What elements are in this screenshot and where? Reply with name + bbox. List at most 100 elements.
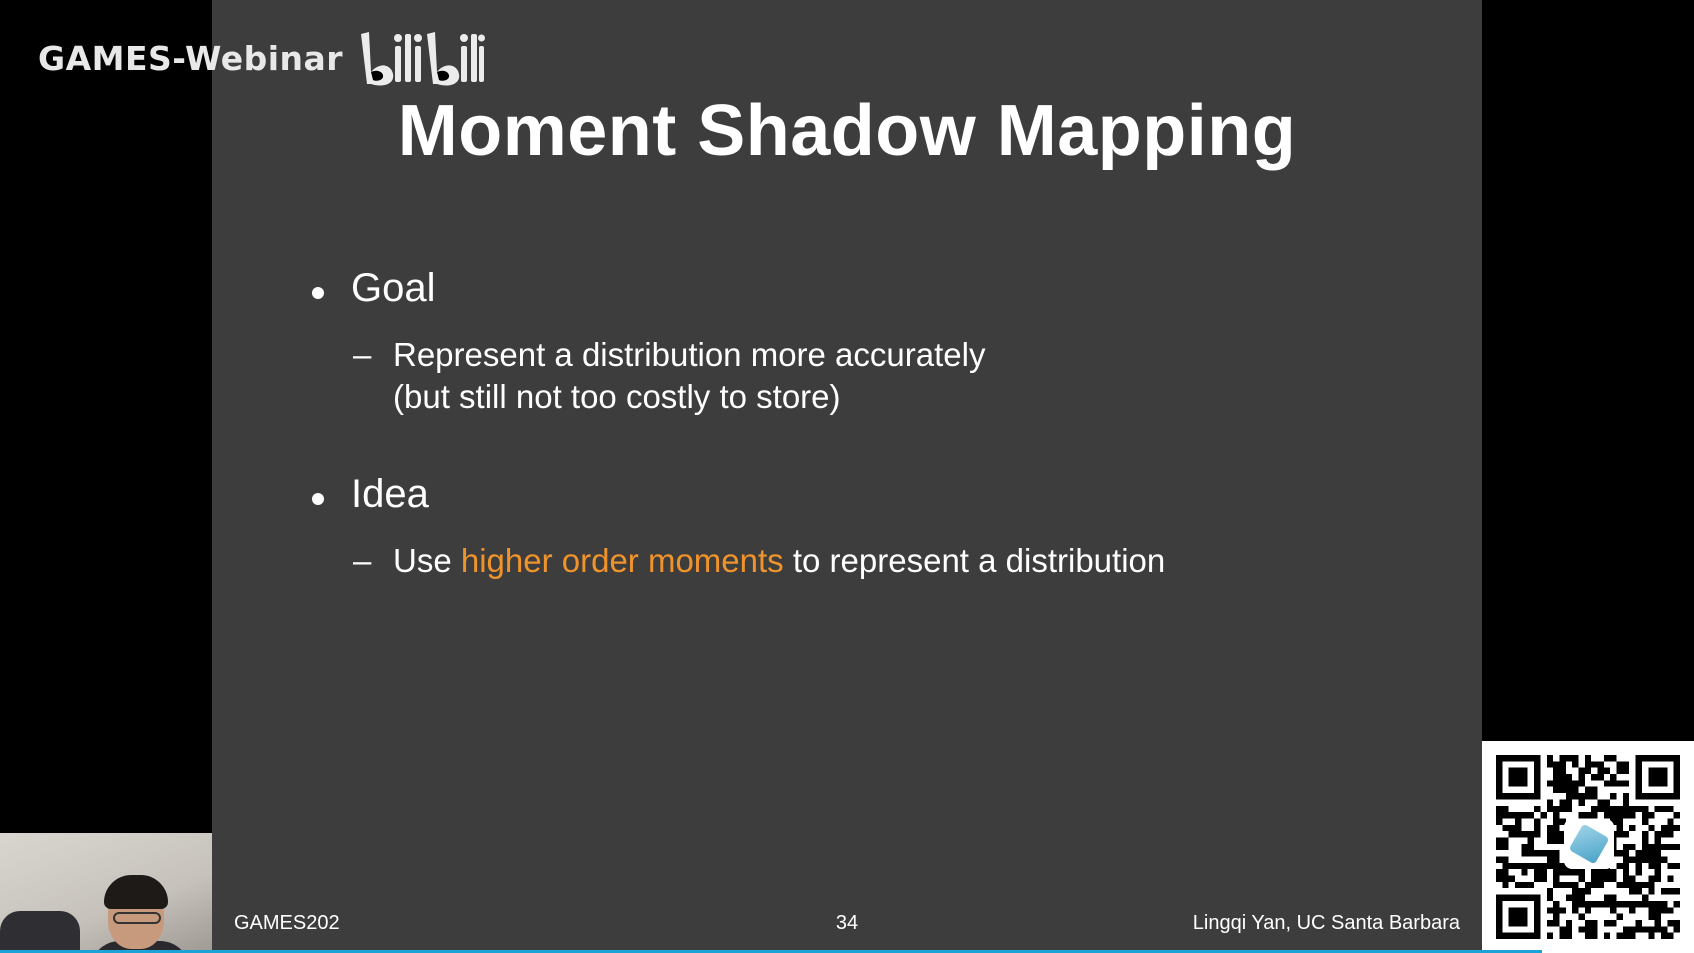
- qr-module: [1648, 881, 1655, 889]
- qr-module: [1660, 824, 1668, 832]
- qr-module: [1635, 926, 1642, 933]
- qr-module: [1635, 862, 1642, 870]
- qr-module: [1521, 831, 1528, 838]
- qr-module: [1616, 831, 1623, 838]
- qr-module: [1667, 831, 1674, 838]
- qr-module: [1578, 913, 1585, 920]
- qr-module: [1616, 818, 1623, 825]
- qr-module: [1622, 843, 1630, 851]
- qr-module: [1553, 786, 1560, 794]
- qr-module: [1515, 862, 1522, 870]
- qr-module: [1584, 926, 1592, 933]
- sub-bullet-idea: – Use higher order moments to represent …: [353, 540, 1165, 582]
- qr-module: [1565, 919, 1573, 927]
- qr-module: [1616, 767, 1623, 775]
- qr-module: [1508, 831, 1516, 838]
- qr-module: [1648, 843, 1655, 851]
- qr-module: [1584, 761, 1592, 768]
- qr-module: [1660, 843, 1668, 851]
- qr-module: [1622, 875, 1630, 882]
- qr-module: [1622, 812, 1630, 819]
- qr-module: [1610, 755, 1617, 762]
- qr-module: [1534, 862, 1541, 870]
- qr-module: [1546, 824, 1554, 832]
- qr-module: [1654, 919, 1661, 927]
- qr-module: [1591, 932, 1598, 939]
- qr-module: [1603, 799, 1611, 806]
- qr-module: [1641, 812, 1649, 819]
- qr-module: [1597, 881, 1604, 889]
- qr-module: [1546, 837, 1554, 844]
- qr-module: [1591, 786, 1598, 794]
- qr-module: [1572, 786, 1579, 794]
- sub-bullet-line: Represent a distribution more accurately: [393, 336, 986, 373]
- qr-module: [1534, 805, 1541, 813]
- slide-title: Moment Shadow Mapping: [397, 91, 1297, 171]
- qr-module: [1610, 894, 1617, 901]
- qr-module: [1648, 812, 1655, 819]
- qr-module: [1508, 875, 1516, 882]
- qr-module: [1553, 818, 1560, 825]
- qr-module: [1667, 875, 1674, 882]
- qr-module: [1641, 818, 1649, 825]
- chair: [0, 911, 80, 953]
- qr-module: [1546, 780, 1554, 787]
- qr-module: [1584, 881, 1592, 889]
- qr-module: [1597, 875, 1604, 882]
- qr-module: [1553, 774, 1560, 781]
- qr-module: [1654, 913, 1661, 920]
- qr-module: [1553, 824, 1560, 832]
- qr-module: [1641, 831, 1649, 838]
- qr-module: [1597, 761, 1604, 768]
- qr-module: [1584, 888, 1592, 895]
- qr-module: [1502, 875, 1509, 882]
- qr-module: [1654, 926, 1661, 933]
- qr-module: [1622, 805, 1630, 813]
- qr-module: [1603, 869, 1611, 876]
- qr-module: [1553, 869, 1560, 876]
- qr-module: [1508, 824, 1516, 832]
- qr-module: [1502, 856, 1509, 863]
- qr-module: [1654, 907, 1661, 914]
- qr-module: [1553, 875, 1560, 882]
- qr-module: [1559, 755, 1566, 762]
- qr-module: [1578, 894, 1585, 901]
- qr-module: [1546, 856, 1554, 863]
- text-before: Use: [393, 542, 452, 579]
- qr-module: [1546, 755, 1554, 762]
- qr-module: [1559, 761, 1566, 768]
- qr-module: [1559, 869, 1566, 876]
- qr-module: [1635, 869, 1642, 876]
- bullet-goal: Goal: [312, 266, 436, 311]
- qr-module: [1515, 818, 1522, 825]
- qr-module: [1610, 780, 1617, 787]
- qr-module: [1648, 926, 1655, 933]
- qr-module: [1654, 869, 1661, 876]
- qr-module: [1667, 818, 1674, 825]
- bullet-heading: Goal: [351, 266, 436, 310]
- qr-module: [1559, 926, 1566, 933]
- qr-module: [1641, 850, 1649, 857]
- qr-module: [1502, 881, 1509, 889]
- qr-module: [1591, 919, 1598, 927]
- qr-module: [1591, 881, 1598, 889]
- qr-module: [1629, 881, 1636, 889]
- qr-module: [1610, 907, 1617, 914]
- qr-module: [1635, 888, 1642, 895]
- qr-module: [1496, 875, 1503, 882]
- qr-module: [1553, 805, 1560, 813]
- qr-module: [1597, 805, 1604, 813]
- slide: Moment Shadow Mapping Goal – Represent a…: [212, 0, 1482, 953]
- qr-module: [1635, 850, 1642, 857]
- qr-module: [1654, 850, 1661, 857]
- qr-module: [1578, 926, 1585, 933]
- qr-module: [1578, 900, 1585, 908]
- qr-module: [1667, 824, 1674, 832]
- qr-center-logo: [1564, 819, 1614, 869]
- qr-module: [1515, 831, 1522, 838]
- qr-module: [1565, 881, 1573, 889]
- qr-module: [1565, 926, 1573, 933]
- qr-module: [1591, 805, 1598, 813]
- qr-module: [1610, 869, 1617, 876]
- qr-module: [1635, 900, 1642, 908]
